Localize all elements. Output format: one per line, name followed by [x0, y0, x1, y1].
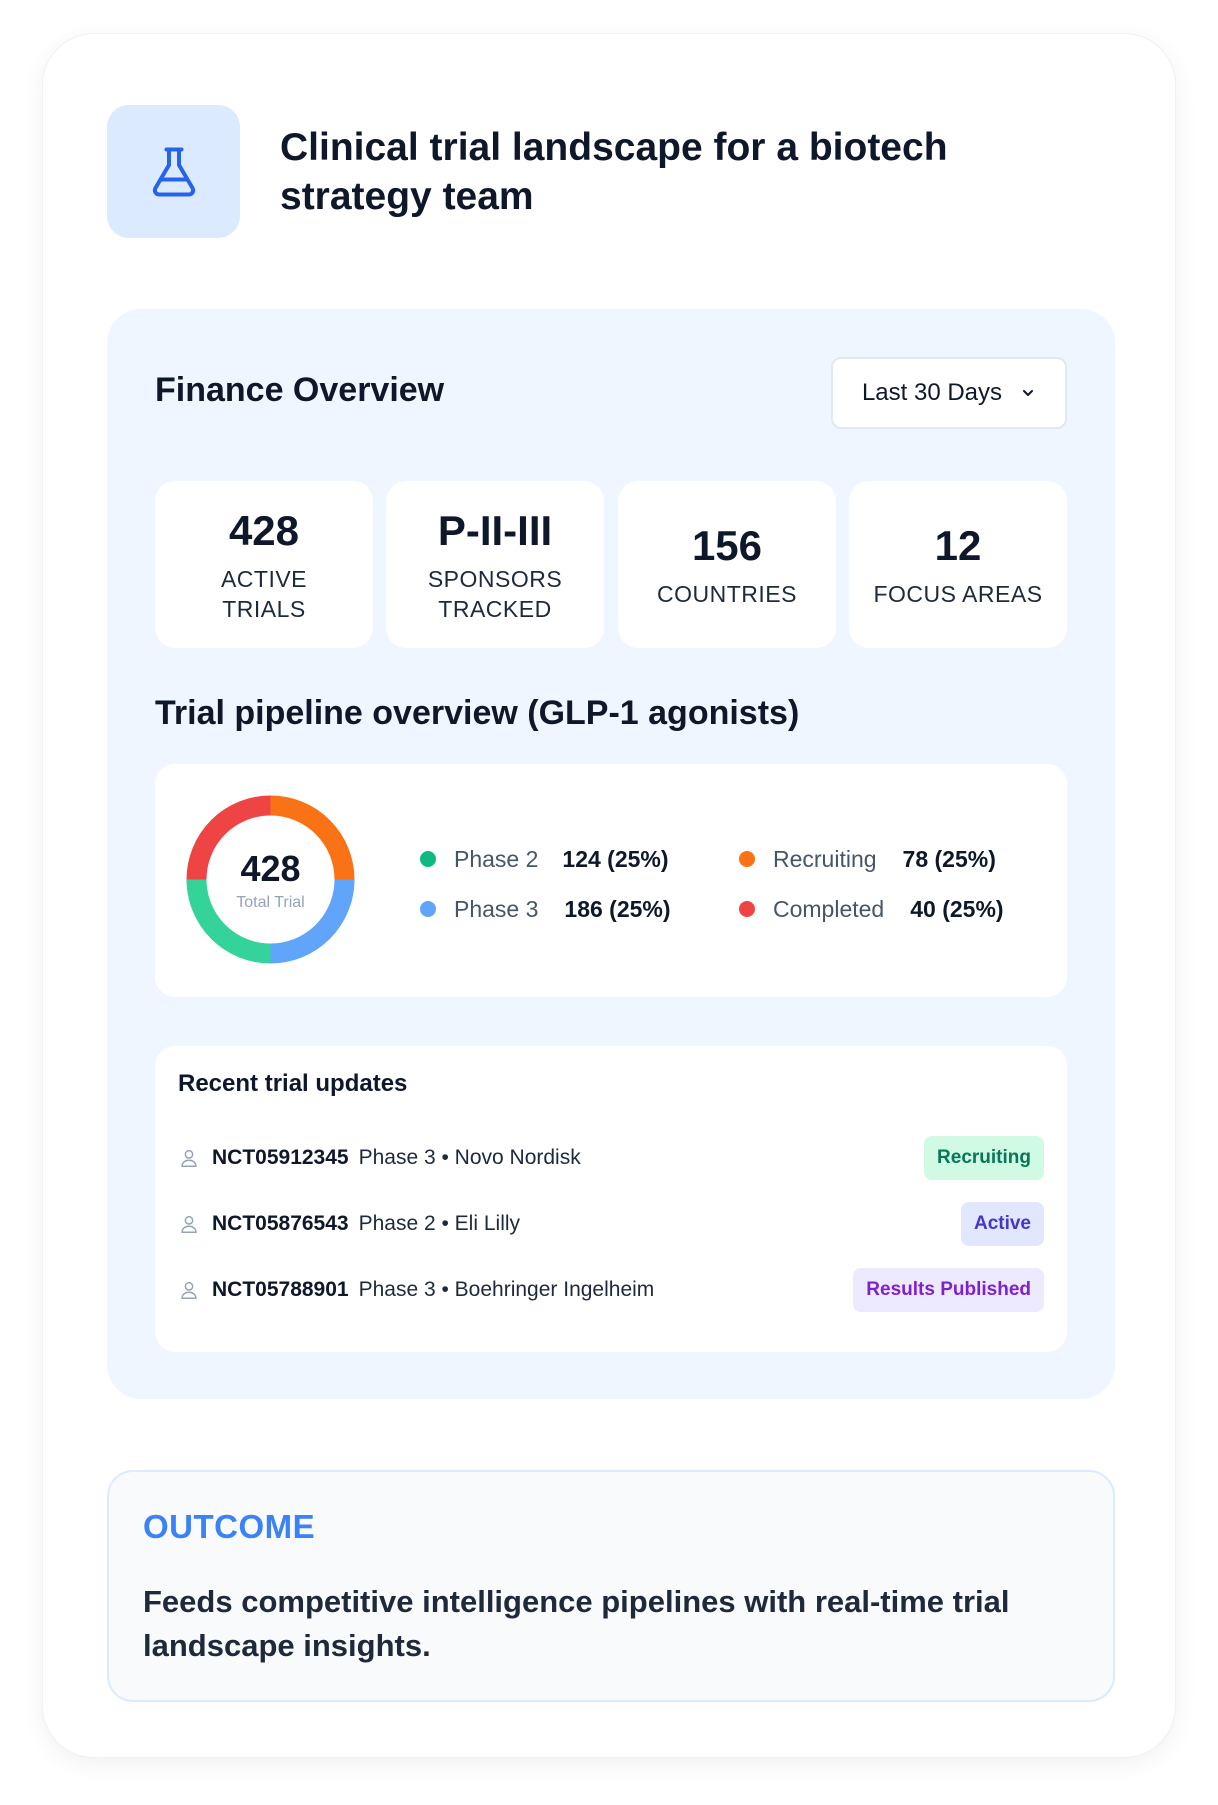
- trial-detail: Phase 3 • Boehringer Ingelheim: [358, 1278, 655, 1301]
- header-icon-box: [107, 105, 240, 238]
- header: Clinical trial landscape for a biotech s…: [107, 105, 1111, 238]
- stat-value: 12: [934, 521, 982, 569]
- legend-item-phase-3: Phase 3 186 (25%): [420, 894, 671, 924]
- user-icon: [181, 1149, 197, 1167]
- recent-updates-card: Recent trial updates NCT05912345 Phase 3…: [155, 1046, 1067, 1352]
- trial-id: NCT05912345: [212, 1146, 349, 1169]
- legend-label: Phase 3: [454, 895, 539, 922]
- flask-icon: [152, 147, 195, 196]
- legend-item-phase-2: Phase 2 124 (25%): [420, 844, 669, 874]
- legend-item-recruiting: Recruiting 78 (25%): [739, 844, 996, 874]
- stat-card-active-trials: 428 ACTIVE TRIALS: [155, 481, 373, 648]
- donut-center: 428 Total Trial: [183, 792, 358, 967]
- trial-id: NCT05876543: [212, 1212, 349, 1235]
- date-range-dropdown[interactable]: Last 30 Days: [831, 357, 1067, 429]
- date-range-label: Last 30 Days: [861, 379, 1003, 406]
- stat-value: 156: [691, 521, 763, 569]
- stat-card-focus-areas: 12 FOCUS AREAS: [849, 481, 1067, 648]
- legend-label: Phase 2: [454, 845, 539, 872]
- case-study-card: Clinical trial landscape for a biotech s…: [42, 33, 1176, 1758]
- outcome-title: OUTCOME: [143, 1508, 316, 1545]
- outcome-box: OUTCOME Feeds competitive intelligence p…: [107, 1470, 1115, 1702]
- page-title: Clinical trial landscape for a biotech s…: [280, 126, 948, 218]
- donut-total-label: Total Trial: [236, 893, 305, 911]
- overview-title: Finance Overview: [155, 371, 445, 409]
- legend-value: 186 (25%): [564, 895, 671, 922]
- legend-dot: [739, 901, 755, 917]
- stat-value: P-II-III: [437, 506, 553, 554]
- legend-dot: [420, 851, 436, 867]
- overview-panel: Finance Overview Last 30 Days 428 ACTIVE…: [107, 309, 1115, 1399]
- user-icon: [181, 1215, 197, 1233]
- outcome-text: Feeds competitive intelligence pipelines…: [143, 1584, 1010, 1663]
- legend-label: Completed: [773, 895, 885, 922]
- recent-updates-title: Recent trial updates: [178, 1070, 408, 1097]
- trial-update-row[interactable]: NCT05912345 Phase 3 • Novo Nordisk Recru…: [178, 1136, 1044, 1180]
- stat-card-countries: 156 COUNTRIES: [618, 481, 836, 648]
- trial-id: NCT05788901: [212, 1278, 349, 1301]
- legend-dot: [420, 901, 436, 917]
- status-badge: Recruiting: [924, 1136, 1044, 1180]
- legend-item-completed: Completed 40 (25%): [739, 894, 1004, 924]
- chevron-down-icon: [1023, 390, 1034, 396]
- legend-value: 40 (25%): [910, 895, 1004, 922]
- trial-detail: Phase 3 • Novo Nordisk: [358, 1146, 581, 1169]
- legend-dot: [739, 851, 755, 867]
- stat-label: FOCUS AREAS: [873, 580, 1043, 607]
- legend-value: 124 (25%): [562, 845, 669, 872]
- user-icon: [181, 1281, 197, 1299]
- trial-update-row[interactable]: NCT05876543 Phase 2 • Eli Lilly Active: [178, 1202, 1044, 1246]
- legend-value: 78 (25%): [902, 845, 996, 872]
- pipeline-card: 428 Total Trial Phase 2 124 (25%) Phase …: [155, 764, 1067, 997]
- trial-detail: Phase 2 • Eli Lilly: [358, 1212, 521, 1235]
- stat-value: 428: [228, 506, 300, 554]
- donut-total-value: 428: [240, 847, 301, 889]
- status-badge: Active: [960, 1202, 1044, 1246]
- stat-label: ACTIVE TRIALS: [220, 565, 308, 622]
- stat-label: COUNTRIES: [657, 580, 797, 607]
- legend-label: Recruiting: [773, 845, 877, 872]
- stat-card-sponsors: P-II-III SPONSORS TRACKED: [386, 481, 604, 648]
- stat-label: SPONSORS TRACKED: [427, 565, 563, 622]
- pipeline-title: Trial pipeline overview (GLP-1 agonists): [155, 694, 800, 732]
- stats-row: 428 ACTIVE TRIALS P-II-III SPONSORS TRAC…: [155, 481, 1067, 648]
- status-badge: Results Published: [853, 1268, 1044, 1312]
- trial-update-row[interactable]: NCT05788901 Phase 3 • Boehringer Ingelhe…: [178, 1268, 1044, 1312]
